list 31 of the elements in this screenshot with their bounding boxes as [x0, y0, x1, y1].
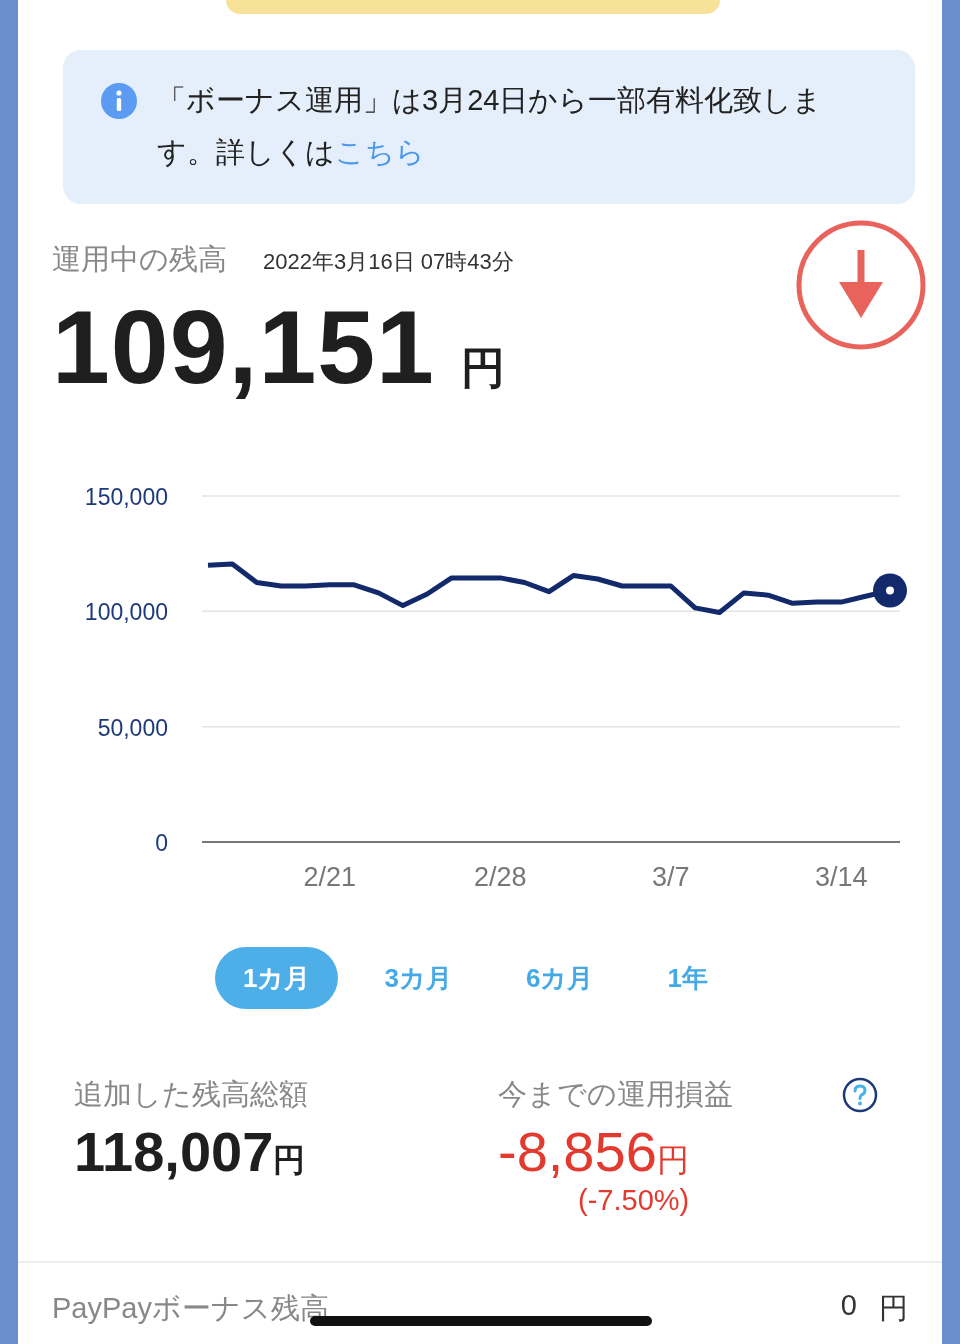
axis-label: 0	[155, 830, 168, 856]
added-amount: 118,007	[74, 1119, 274, 1184]
end-point-marker	[873, 573, 907, 608]
notice-text: 「ボーナス運用」は3月24日から一部有料化致します。詳しくは こちら	[157, 83, 824, 170]
bonus-amount: 0	[840, 1289, 857, 1323]
help-icon[interactable]	[842, 1077, 878, 1113]
axis-label: 150,000	[84, 484, 168, 510]
axis-label: 2/28	[474, 862, 527, 892]
currency-unit: 円	[656, 1141, 689, 1180]
profit-amount: -8,856	[498, 1119, 657, 1184]
axis-label: 3/14	[815, 862, 868, 892]
added-label: 追加した残高総額	[74, 1077, 309, 1112]
axis-label: 3/7	[652, 862, 690, 892]
period-tab[interactable]: 1カ月	[215, 947, 339, 1009]
currency-unit: 円	[879, 1291, 908, 1326]
currency-unit: 円	[273, 1141, 306, 1180]
balance-amount: 109,151	[52, 288, 435, 407]
profit-percent: (-7.50%)	[578, 1184, 690, 1217]
period-tab[interactable]: 6カ月	[497, 947, 622, 1009]
timestamp: 2022年3月16日 07時43分	[263, 248, 514, 276]
period-tab[interactable]: 1年	[639, 947, 736, 1009]
axis-label: 100,000	[84, 599, 168, 626]
balance-label: 運用中の残高	[52, 242, 227, 277]
info-icon	[101, 83, 137, 119]
profit-label: 今までの運用損益	[498, 1077, 733, 1112]
currency-unit: 円	[460, 342, 505, 394]
axis-label: 2/21	[303, 862, 357, 892]
period-tab[interactable]: 3カ月	[356, 947, 480, 1009]
download-icon[interactable]	[796, 220, 926, 350]
axis-label: 50,000	[97, 714, 168, 741]
details-link[interactable]: こちら	[335, 136, 425, 168]
